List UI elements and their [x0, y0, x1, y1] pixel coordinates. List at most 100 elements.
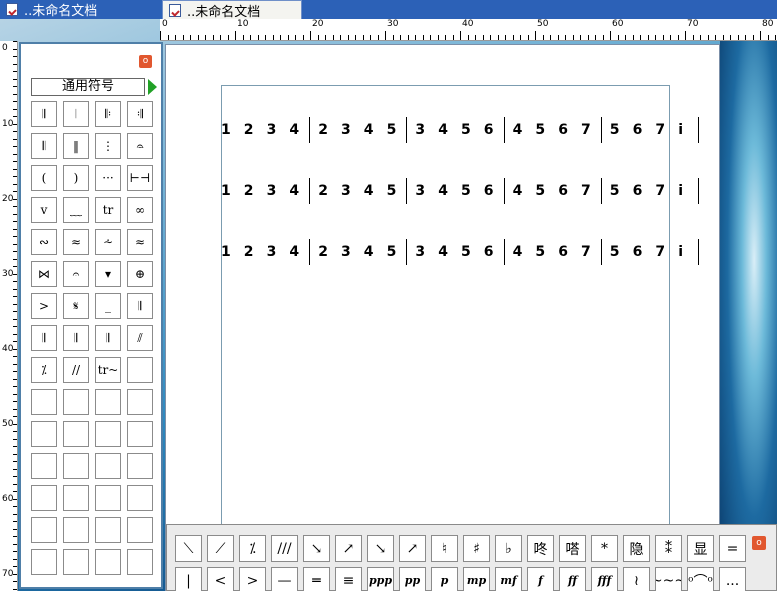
- notation-symbol-button[interactable]: ↗: [335, 535, 362, 562]
- toolbar-close-button[interactable]: o: [752, 536, 766, 550]
- notation-symbol-button[interactable]: fff: [591, 567, 618, 591]
- palette-symbol-button[interactable]: >: [31, 293, 57, 319]
- note-digit[interactable]: 6: [558, 244, 568, 260]
- note-digit[interactable]: 5: [610, 183, 620, 199]
- palette-close-button[interactable]: o: [139, 55, 152, 68]
- tab-document-2-active[interactable]: ..未命名文档: [162, 0, 302, 20]
- notation-symbol-button[interactable]: ⟍: [175, 535, 202, 562]
- palette-symbol-button[interactable]: ‖: [63, 133, 89, 159]
- note-digit[interactable]: 2: [244, 183, 254, 199]
- palette-symbol-button[interactable]: 𝄆: [95, 101, 121, 127]
- palette-symbol-button[interactable]: (: [31, 165, 57, 191]
- note-digit[interactable]: 3: [415, 183, 425, 199]
- notation-symbol-button[interactable]: p: [431, 567, 458, 591]
- palette-symbol-button[interactable]: 𝄂: [95, 325, 121, 351]
- notation-symbol-button[interactable]: ≡: [335, 567, 362, 591]
- palette-symbol-button[interactable]: ⁒: [31, 357, 57, 383]
- notation-symbol-button[interactable]: 咚: [527, 535, 554, 562]
- note-digit[interactable]: 4: [438, 122, 448, 138]
- note-digit[interactable]: 3: [341, 183, 351, 199]
- notation-symbol-button[interactable]: mp: [463, 567, 490, 591]
- note-digit[interactable]: i: [678, 244, 683, 260]
- note-digit[interactable]: 4: [513, 122, 523, 138]
- notation-symbol-button[interactable]: ↘: [303, 535, 330, 562]
- notation-symbol-button[interactable]: f: [527, 567, 554, 591]
- note-digit[interactable]: 7: [581, 122, 591, 138]
- note-digit[interactable]: 2: [318, 244, 328, 260]
- palette-symbol-button[interactable]: tr~: [95, 357, 121, 383]
- note-digit[interactable]: 3: [267, 122, 277, 138]
- note-digit[interactable]: 3: [415, 244, 425, 260]
- note-digit[interactable]: 1: [221, 244, 231, 260]
- note-digit[interactable]: 4: [289, 244, 299, 260]
- palette-symbol-button[interactable]: ⊢⊣: [127, 165, 153, 191]
- note-digit[interactable]: 5: [387, 122, 397, 138]
- note-digit[interactable]: i: [678, 122, 683, 138]
- note-digit[interactable]: 2: [318, 183, 328, 199]
- palette-symbol-button[interactable]: ⩪: [95, 229, 121, 255]
- palette-symbol-button[interactable]: //: [63, 357, 89, 383]
- notation-symbol-button[interactable]: ᵒ⌒ᵒ: [687, 567, 714, 591]
- palette-symbol-button[interactable]: ⋈: [31, 261, 57, 287]
- notation-symbol-button[interactable]: mf: [495, 567, 522, 591]
- notation-symbol-button[interactable]: ↗: [399, 535, 426, 562]
- palette-symbol-button[interactable]: ∞: [127, 197, 153, 223]
- notation-symbol-button[interactable]: ⁑: [655, 535, 682, 562]
- note-digit[interactable]: 6: [558, 122, 568, 138]
- palette-symbol-button[interactable]: _: [95, 293, 121, 319]
- note-digit[interactable]: 1: [221, 122, 231, 138]
- notation-symbol-button[interactable]: *: [591, 535, 618, 562]
- note-digit[interactable]: 5: [535, 183, 545, 199]
- note-digit[interactable]: 6: [633, 244, 643, 260]
- palette-category-select[interactable]: 通用符号: [31, 78, 145, 96]
- note-digit[interactable]: 6: [484, 122, 494, 138]
- notation-symbol-button[interactable]: ↘: [367, 535, 394, 562]
- notation-symbol-button[interactable]: ~~~: [655, 567, 682, 591]
- palette-symbol-button[interactable]: 𝄐̶: [127, 133, 153, 159]
- note-digit[interactable]: 5: [535, 244, 545, 260]
- note-digit[interactable]: 4: [513, 244, 523, 260]
- palette-symbol-button[interactable]: tr: [95, 197, 121, 223]
- notation-symbol-button[interactable]: ♯: [463, 535, 490, 562]
- note-digit[interactable]: 3: [415, 122, 425, 138]
- notation-symbol-button[interactable]: ♭: [495, 535, 522, 562]
- note-digit[interactable]: 2: [244, 122, 254, 138]
- note-digit[interactable]: 6: [558, 183, 568, 199]
- palette-symbol-button[interactable]: ⋮: [95, 133, 121, 159]
- note-digit[interactable]: 4: [289, 183, 299, 199]
- palette-symbol-button[interactable]: 𝄃: [31, 133, 57, 159]
- palette-symbol-button[interactable]: ∾: [31, 229, 57, 255]
- notation-symbol-button[interactable]: ≀: [623, 567, 650, 591]
- notation-symbol-button[interactable]: ...: [719, 567, 746, 591]
- note-digit[interactable]: 1: [221, 183, 231, 199]
- palette-symbol-button[interactable]: 𝄐: [63, 261, 89, 287]
- palette-symbol-button[interactable]: 𝄂: [31, 325, 57, 351]
- note-digit[interactable]: 3: [341, 122, 351, 138]
- notation-symbol-button[interactable]: >: [239, 567, 266, 591]
- notation-symbol-button[interactable]: ///: [271, 535, 298, 562]
- note-digit[interactable]: 5: [610, 122, 620, 138]
- palette-symbol-button[interactable]: 𝄂: [31, 101, 57, 127]
- note-digit[interactable]: 5: [610, 244, 620, 260]
- palette-symbol-button[interactable]: ···: [95, 165, 121, 191]
- palette-symbol-button[interactable]: ⫽: [127, 325, 153, 351]
- note-digit[interactable]: i: [678, 183, 683, 199]
- notation-symbol-button[interactable]: ♮: [431, 535, 458, 562]
- note-digit[interactable]: 4: [513, 183, 523, 199]
- notation-symbol-button[interactable]: ⟋: [207, 535, 234, 562]
- note-digit[interactable]: 5: [461, 122, 471, 138]
- note-digit[interactable]: 5: [461, 244, 471, 260]
- note-digit[interactable]: 7: [655, 183, 665, 199]
- palette-symbol-button[interactable]: v: [31, 197, 57, 223]
- note-digit[interactable]: 4: [438, 183, 448, 199]
- note-digit[interactable]: 6: [633, 122, 643, 138]
- notation-symbol-button[interactable]: 嗒: [559, 535, 586, 562]
- note-digit[interactable]: 7: [581, 183, 591, 199]
- note-digit[interactable]: 6: [484, 244, 494, 260]
- notation-symbol-button[interactable]: ppp: [367, 567, 394, 591]
- note-digit[interactable]: 5: [461, 183, 471, 199]
- notation-symbol-button[interactable]: pp: [399, 567, 426, 591]
- note-digit[interactable]: 2: [318, 122, 328, 138]
- notation-symbol-button[interactable]: ⁒: [239, 535, 266, 562]
- notation-symbol-button[interactable]: ═: [303, 567, 330, 591]
